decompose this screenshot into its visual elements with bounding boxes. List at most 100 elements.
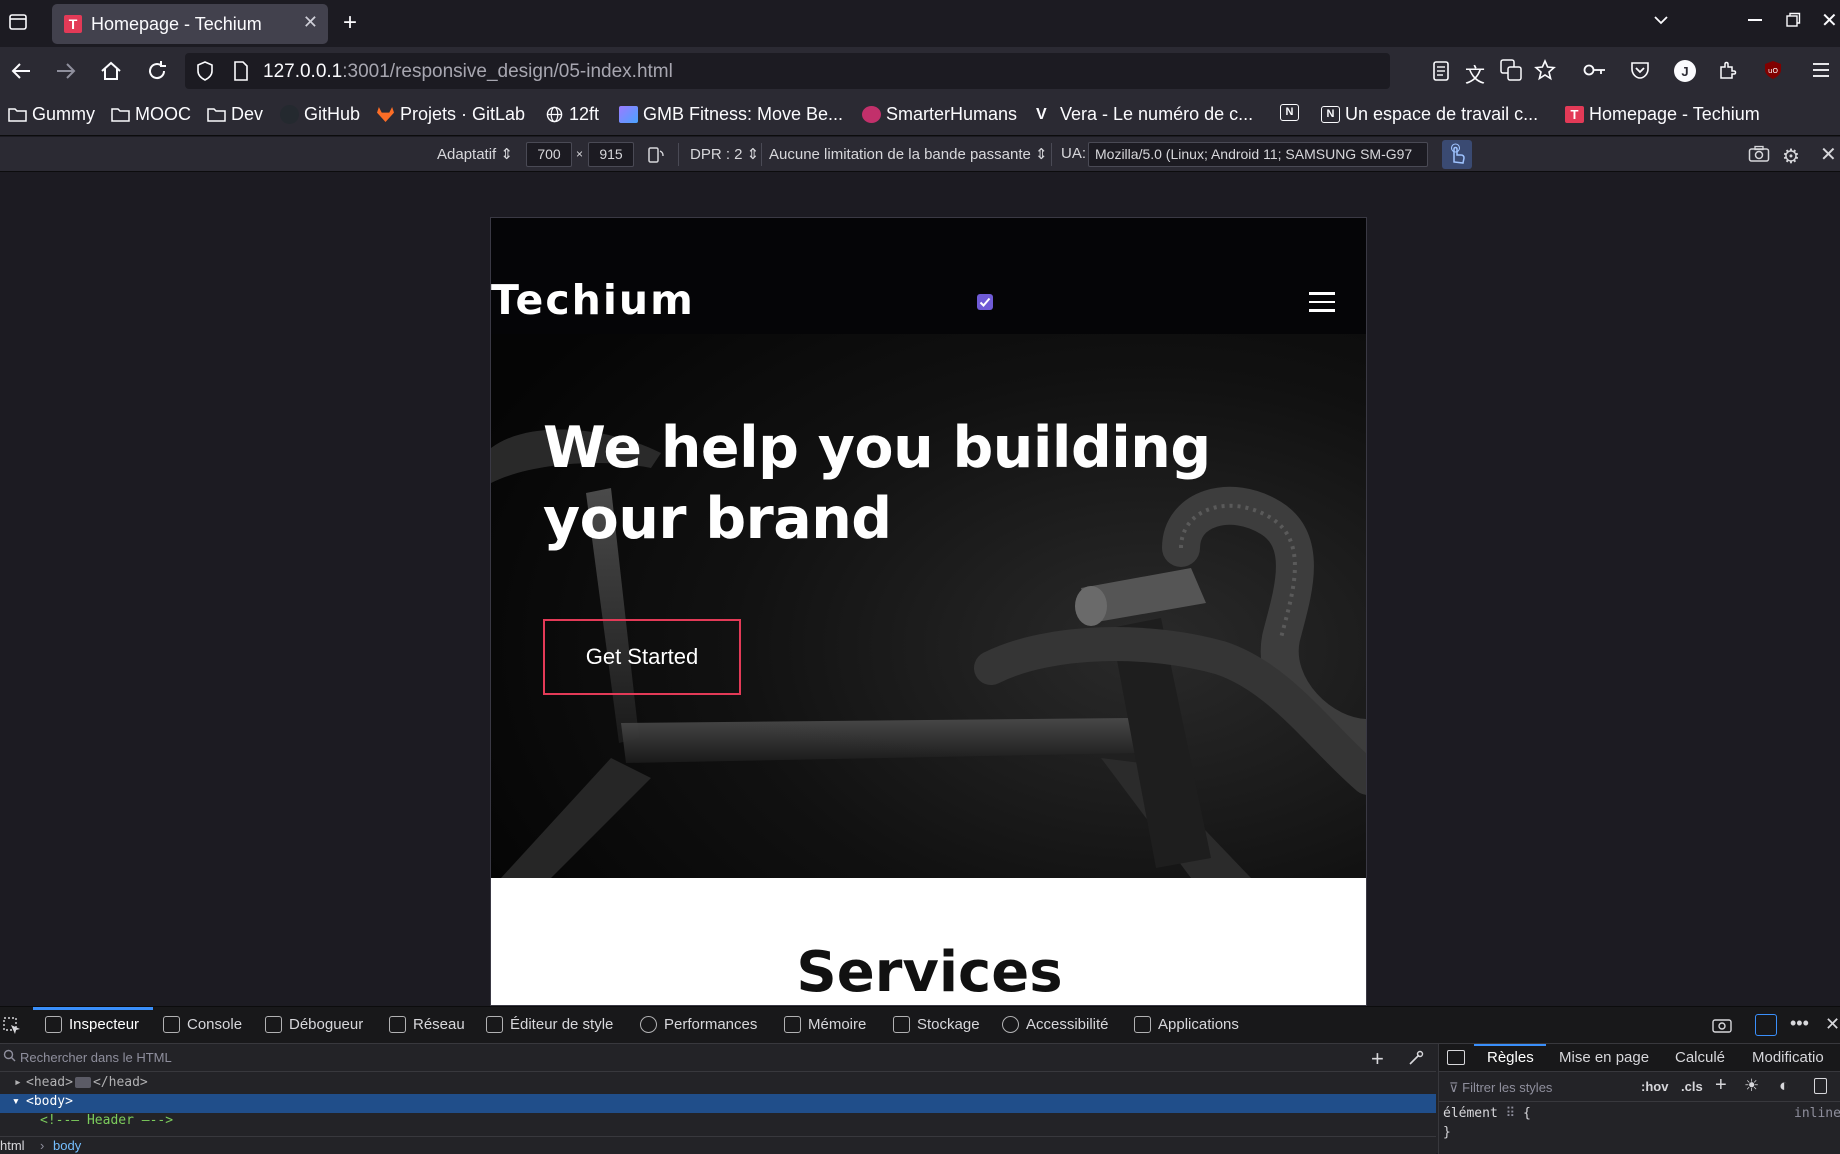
toggle-sidebar-icon[interactable] <box>1447 1050 1465 1065</box>
bookmark-mooc[interactable]: MOOC <box>111 104 191 125</box>
back-icon[interactable] <box>10 61 32 81</box>
responsive-mode-icon[interactable] <box>1755 1014 1777 1036</box>
nav-toggle-checkbox[interactable] <box>977 294 993 310</box>
breadcrumb-body[interactable]: body <box>53 1138 81 1153</box>
devtools-panel: Inspecteur Console Débogueur Réseau Édit… <box>0 1006 1840 1154</box>
menu-icon[interactable] <box>1812 62 1830 78</box>
forward-icon[interactable] <box>55 61 77 81</box>
extensions-icon[interactable] <box>1718 60 1738 80</box>
print-media-icon[interactable] <box>1814 1078 1827 1094</box>
tab-performance[interactable]: Performances <box>640 1016 757 1033</box>
filter-styles-input[interactable]: ⊽ Filtrer les styles <box>1449 1080 1552 1096</box>
ublock-icon[interactable]: uO <box>1764 60 1782 80</box>
hero-title: We help you building your brand <box>543 415 1211 552</box>
add-rule-icon[interactable]: + <box>1715 1074 1727 1097</box>
markup-comment-node[interactable]: <!--— Header —--> <box>0 1113 1436 1132</box>
user-agent-input[interactable]: Mozilla/5.0 (Linux; Android 11; SAMSUNG … <box>1088 142 1428 167</box>
hover-state-toggle[interactable]: :hov <box>1641 1079 1668 1094</box>
pocket-icon[interactable] <box>1630 60 1650 80</box>
translate-icon[interactable]: 文 <box>1465 59 1485 88</box>
tab-applications[interactable]: Applications <box>1134 1016 1239 1033</box>
tab-storage[interactable]: Stockage <box>893 1016 980 1033</box>
rule-close: } <box>1443 1125 1451 1140</box>
close-rdm-icon[interactable]: ✕ <box>1820 142 1837 167</box>
light-theme-icon[interactable]: ☀ <box>1744 1076 1759 1096</box>
bookmark-gummy[interactable]: Gummy <box>8 104 95 125</box>
tab-debugger[interactable]: Débogueur <box>265 1016 363 1033</box>
dark-theme-icon[interactable]: ◐ <box>1779 1076 1789 1096</box>
shield-icon[interactable] <box>196 61 214 81</box>
tab-memory[interactable]: Mémoire <box>784 1016 866 1033</box>
tab-accessibility[interactable]: Accessibilité <box>1002 1016 1109 1033</box>
viewport-width-input[interactable]: 700 <box>526 142 572 167</box>
bookmark-12ft[interactable]: 12ft <box>545 104 599 125</box>
markup-head-node[interactable]: ▸ <head> </head> <box>0 1075 1436 1094</box>
tab-layout[interactable]: Mise en page <box>1559 1049 1649 1066</box>
github-icon <box>280 105 299 124</box>
throttling-select[interactable]: Aucune limitation de la bande passante ⇕ <box>769 145 1048 163</box>
tab-changes[interactable]: Modificatio <box>1752 1049 1824 1066</box>
bookmark-gitlab[interactable]: Projets · GitLab <box>376 104 525 125</box>
browser-tab-active[interactable]: T Homepage - Techium ✕ <box>52 4 328 44</box>
close-window-icon[interactable]: ✕ <box>1821 8 1838 33</box>
hamburger-menu-icon[interactable] <box>1309 292 1335 312</box>
performance-icon <box>640 1016 657 1033</box>
minimize-icon[interactable] <box>1748 19 1762 21</box>
tab-computed[interactable]: Calculé <box>1675 1049 1725 1066</box>
screenshot-node-icon[interactable] <box>1712 1016 1732 1034</box>
tab-inspecteur[interactable]: Inspecteur <box>45 1016 139 1033</box>
devtools-tabs: Inspecteur Console Débogueur Réseau Édit… <box>0 1007 1840 1044</box>
device-mode-select[interactable]: Adaptatif ⇕ <box>437 145 513 163</box>
restore-icon[interactable] <box>1785 12 1801 28</box>
element-rule: élément ⠿ { <box>1443 1106 1531 1121</box>
translate-page-icon[interactable] <box>1500 59 1522 81</box>
tab-network[interactable]: Réseau <box>389 1016 465 1033</box>
bookmark-gmb-fitness[interactable]: GMB Fitness: Move Be... <box>619 104 843 125</box>
viewport-height-input[interactable]: 915 <box>588 142 634 167</box>
bookmarks-toolbar: Gummy MOOC Dev GitHub Projets · GitLab 1… <box>0 95 1840 136</box>
tab-console[interactable]: Console <box>163 1016 242 1033</box>
chevron-down-icon[interactable] <box>1652 11 1670 29</box>
bookmark-vera[interactable]: V Vera - Le numéro de c... <box>1036 104 1253 125</box>
bookmark-notion-workspace[interactable]: N Un espace de travail c... <box>1321 104 1538 125</box>
settings-gear-icon[interactable]: ⚙ <box>1782 144 1800 169</box>
close-tab-icon[interactable]: ✕ <box>303 12 318 33</box>
bookmark-star-icon[interactable] <box>1534 59 1556 81</box>
html-search-input[interactable]: Rechercher dans le HTML <box>0 1044 1436 1072</box>
home-icon[interactable] <box>100 60 122 82</box>
bookmark-dev[interactable]: Dev <box>207 104 263 125</box>
markup-body-node[interactable]: ▾ <body> <box>0 1094 1436 1113</box>
more-options-icon[interactable]: ••• <box>1790 1013 1809 1034</box>
checkmark-icon <box>979 297 991 307</box>
get-started-button[interactable]: Get Started <box>543 619 741 695</box>
rotate-viewport-icon[interactable] <box>647 146 665 164</box>
close-devtools-icon[interactable]: ✕ <box>1825 1014 1840 1035</box>
page-icon[interactable] <box>233 61 249 81</box>
account-avatar-icon[interactable]: J <box>1674 60 1696 82</box>
tab-style-editor[interactable]: Éditeur de style <box>486 1016 613 1033</box>
screenshot-icon[interactable] <box>1748 145 1770 163</box>
tab-rules[interactable]: Règles <box>1487 1049 1534 1066</box>
new-tab-icon[interactable]: + <box>343 9 357 37</box>
touch-icon <box>1450 143 1465 164</box>
rules-sidebar: Règles Mise en page Calculé Modificatio … <box>1438 1044 1840 1154</box>
class-toggle[interactable]: .cls <box>1681 1079 1703 1094</box>
bookmark-smarterhumans[interactable]: SmarterHumans <box>862 104 1017 125</box>
add-node-icon[interactable]: + <box>1371 1046 1384 1072</box>
pick-element-icon[interactable] <box>3 1017 21 1035</box>
touch-simulation-button[interactable] <box>1442 140 1472 169</box>
eyedropper-icon[interactable] <box>1408 1050 1424 1066</box>
key-icon[interactable] <box>1583 61 1607 79</box>
bookmark-notion[interactable]: N <box>1280 104 1304 121</box>
tab-list-icon[interactable] <box>8 12 28 32</box>
url-bar[interactable]: 127.0.0.1:3001/responsive_design/05-inde… <box>185 53 1390 89</box>
breadcrumb-html[interactable]: html <box>0 1138 25 1153</box>
dpr-select[interactable]: DPR : 2 ⇕ <box>690 145 759 163</box>
reader-view-icon[interactable] <box>1432 61 1450 81</box>
rule-source[interactable]: inline <box>1794 1106 1840 1121</box>
bookmark-github[interactable]: GitHub <box>280 104 360 125</box>
bookmark-techium[interactable]: T Homepage - Techium <box>1565 104 1760 125</box>
techium-icon: T <box>1565 106 1584 123</box>
site-logo[interactable]: Techium <box>491 276 695 324</box>
reload-icon[interactable] <box>146 60 168 82</box>
